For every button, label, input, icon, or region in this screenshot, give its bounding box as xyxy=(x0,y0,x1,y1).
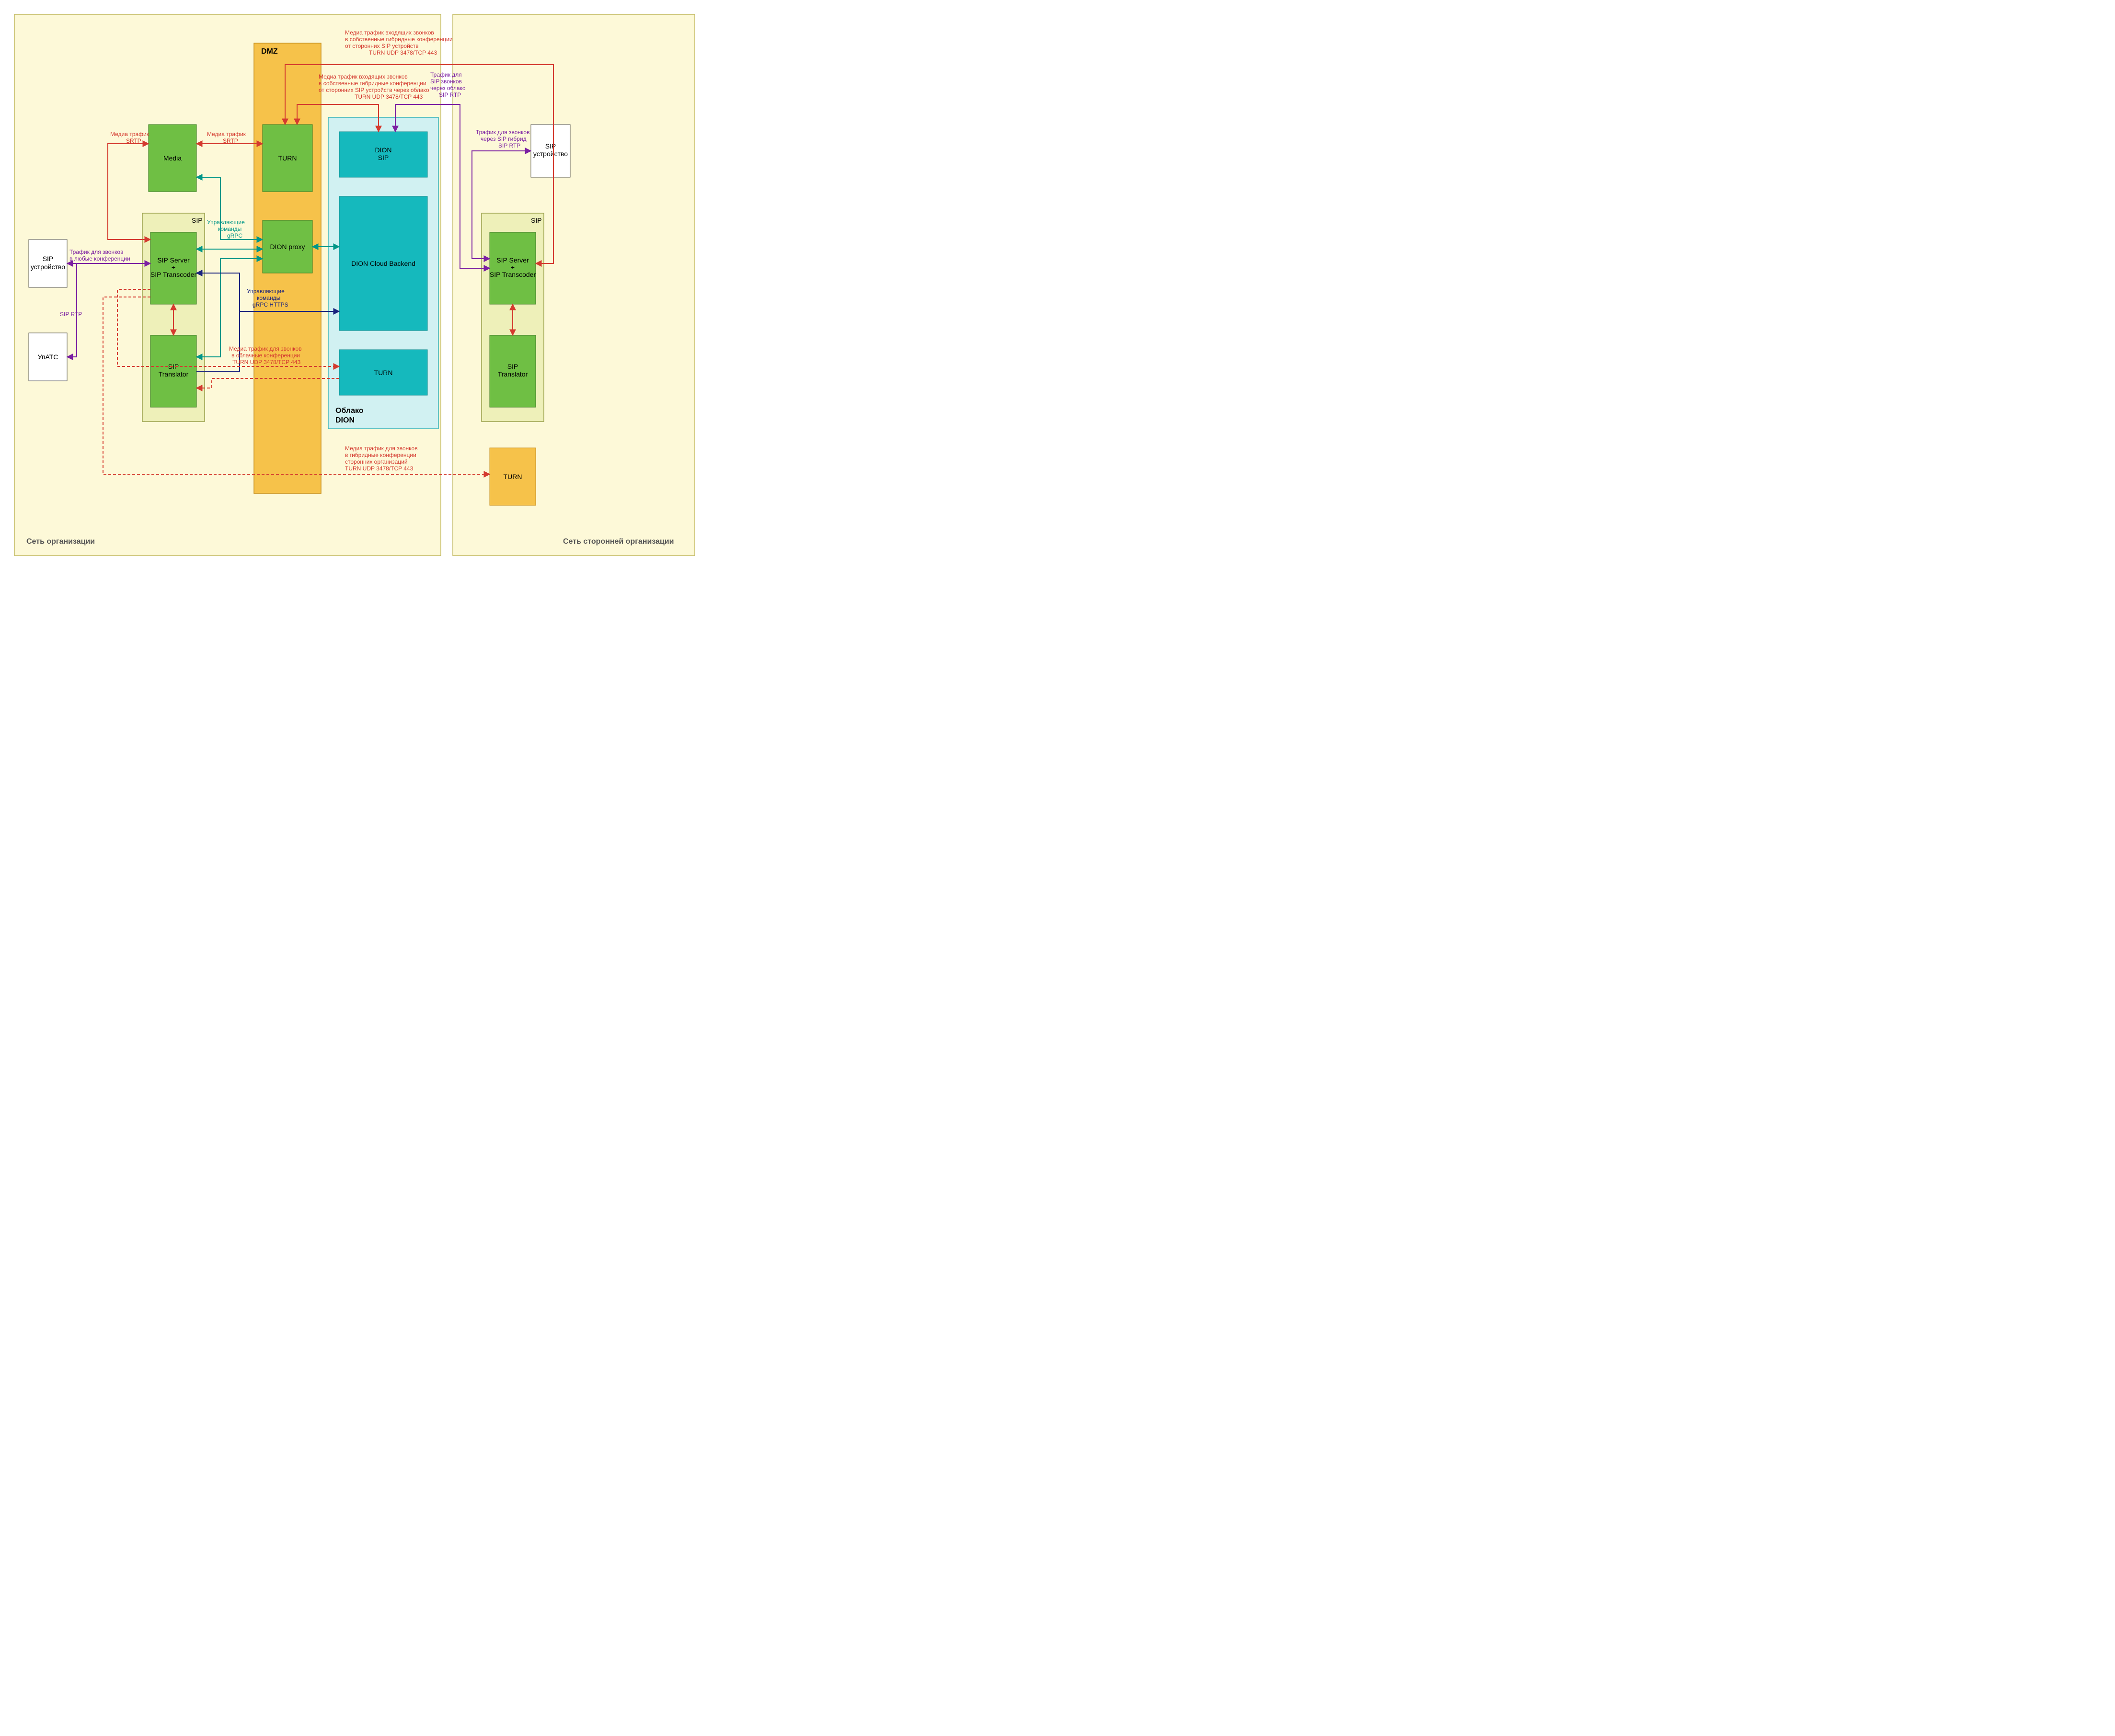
svg-text:через SIP гибрид: через SIP гибрид xyxy=(481,136,527,142)
svg-text:TURN UDP 3478/TCP 443: TURN UDP 3478/TCP 443 xyxy=(369,49,437,56)
svg-text:в облачные конференции: в облачные конференции xyxy=(231,352,300,359)
svg-text:команды: команды xyxy=(257,295,280,301)
svg-text:Translator: Translator xyxy=(498,370,528,378)
zone-cloud-label: Облако xyxy=(335,407,364,415)
svg-text:SIP звонков: SIP звонков xyxy=(430,78,462,85)
svg-text:от сторонних SIP устройств чер: от сторонних SIP устройств через облако xyxy=(319,87,429,93)
zone-ext-label: Сеть сторонней организации xyxy=(563,537,674,546)
svg-text:Медиа трафик: Медиа трафик xyxy=(207,131,246,137)
svg-text:Медиа трафик входящих звонков: Медиа трафик входящих звонков xyxy=(345,29,434,36)
svg-text:Медиа трафик для звонков: Медиа трафик для звонков xyxy=(345,445,418,452)
svg-text:SIP: SIP xyxy=(507,363,518,370)
svg-text:+: + xyxy=(511,263,515,271)
svg-text:в любые конференции: в любые конференции xyxy=(69,255,130,262)
svg-text:сторонних организаций: сторонних организаций xyxy=(345,458,408,465)
node-turn-ext-label: TURN xyxy=(504,473,522,480)
svg-text:gRPC: gRPC xyxy=(227,232,242,239)
svg-text:SIP: SIP xyxy=(378,154,389,161)
svg-text:SIP Server: SIP Server xyxy=(496,256,529,264)
zone-dmz-label: DMZ xyxy=(261,47,278,56)
svg-text:SIP: SIP xyxy=(545,142,556,150)
node-dion-proxy-label: DION proxy xyxy=(270,243,305,251)
architecture-diagram: Сеть организации DMZ Сеть сторонней орга… xyxy=(0,0,709,575)
svg-text:DION: DION xyxy=(375,146,392,154)
svg-text:SIP RTP: SIP RTP xyxy=(439,91,461,98)
svg-text:SRTP: SRTP xyxy=(126,137,141,144)
svg-text:Трафик для звонков: Трафик для звонков xyxy=(69,249,123,255)
svg-text:Translator: Translator xyxy=(159,370,189,378)
node-media-label: Media xyxy=(163,154,182,162)
svg-text:Медиа трафик входящих звонков: Медиа трафик входящих звонков xyxy=(319,73,408,80)
svg-text:+: + xyxy=(172,263,175,271)
svg-text:устройство: устройство xyxy=(31,263,65,271)
svg-text:gRPC HTTPS: gRPC HTTPS xyxy=(253,301,288,308)
svg-text:Медиа трафик: Медиа трафик xyxy=(110,131,149,137)
svg-text:в собственные гибридные конфер: в собственные гибридные конференции xyxy=(345,36,453,43)
zone-cloud-label2: DION xyxy=(335,416,355,424)
node-upats-label: УпАТС xyxy=(38,353,58,361)
svg-text:SIP: SIP xyxy=(43,255,54,263)
svg-text:Трафик для: Трафик для xyxy=(430,71,462,78)
svg-text:SRTP: SRTP xyxy=(223,137,238,144)
node-dion-backend-label: DION Cloud Backend xyxy=(351,260,415,267)
svg-text:Трафик для звонков: Трафик для звонков xyxy=(476,129,529,136)
svg-text:SIP Transcoder: SIP Transcoder xyxy=(150,271,197,278)
svg-text:SIP Transcoder: SIP Transcoder xyxy=(490,271,536,278)
svg-text:Управляющие: Управляющие xyxy=(247,288,285,295)
svg-text:в гибридные конференции: в гибридные конференции xyxy=(345,452,416,458)
svg-text:SIP RTP: SIP RTP xyxy=(60,311,82,318)
svg-text:через облако: через облако xyxy=(430,85,466,91)
svg-text:от сторонних SIP устройств: от сторонних SIP устройств xyxy=(345,43,419,49)
zone-org-label: Сеть организации xyxy=(26,537,95,546)
svg-text:Медиа трафик для звонков: Медиа трафик для звонков xyxy=(229,345,302,352)
svg-text:в собственные гибридные конфер: в собственные гибридные конференции xyxy=(319,80,426,87)
svg-text:команды: команды xyxy=(218,226,241,232)
svg-text:SIP Server: SIP Server xyxy=(157,256,190,264)
zone-sip-ext-label: SIP xyxy=(531,217,542,224)
svg-text:устройство: устройство xyxy=(533,150,568,158)
svg-text:SIP RTP: SIP RTP xyxy=(498,142,520,149)
svg-text:TURN UDP 3478/TCP 443: TURN UDP 3478/TCP 443 xyxy=(232,359,301,365)
node-turn-dmz-label: TURN xyxy=(278,154,297,162)
zone-sip-local-label: SIP xyxy=(192,217,203,224)
node-turn-cloud-label: TURN xyxy=(374,369,393,377)
svg-text:TURN UDP 3478/TCP 443: TURN UDP 3478/TCP 443 xyxy=(345,465,414,472)
svg-text:Управляющие: Управляющие xyxy=(207,219,245,226)
svg-text:TURN UDP 3478/TCP 443: TURN UDP 3478/TCP 443 xyxy=(355,93,423,100)
